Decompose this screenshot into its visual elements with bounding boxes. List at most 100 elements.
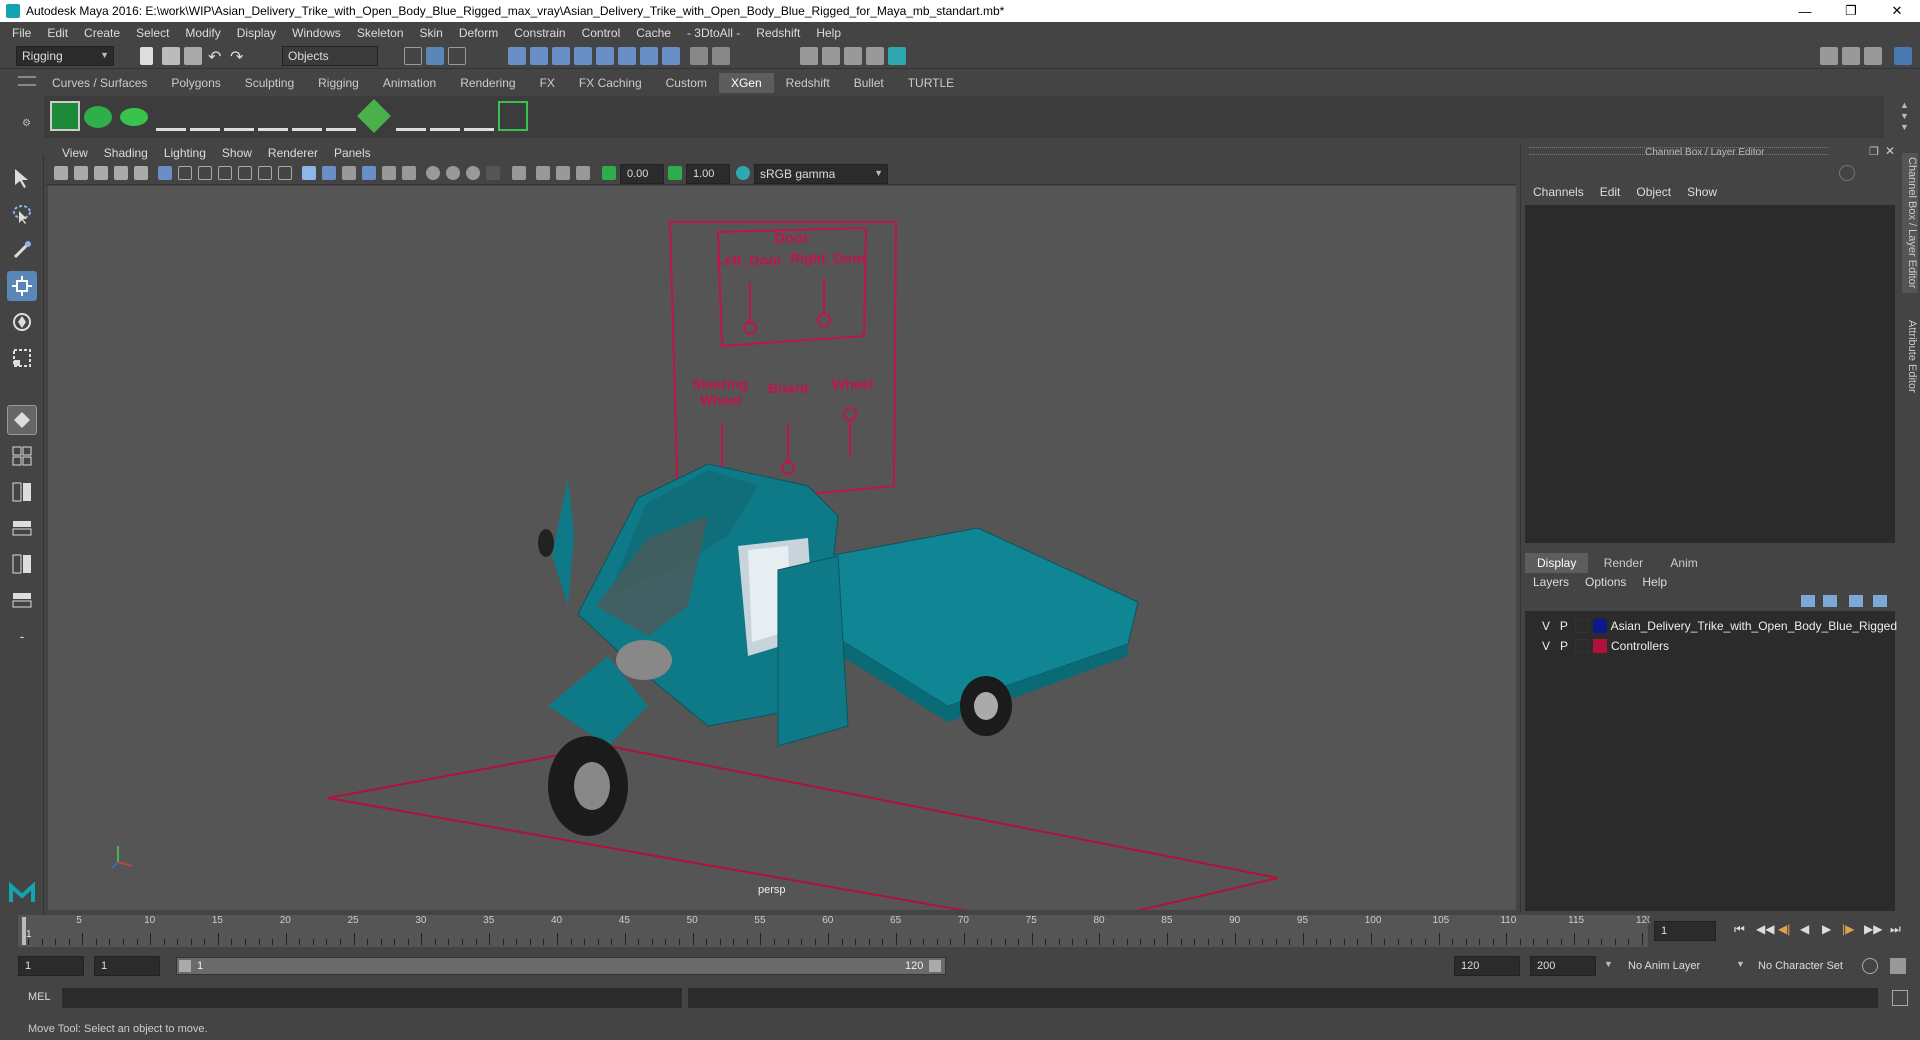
play-forwards-icon[interactable]: ▶ xyxy=(1822,922,1831,936)
shelf-scroll-icon[interactable]: ▲ ▼ ▼ xyxy=(1900,100,1909,133)
undo-icon[interactable]: ↶ xyxy=(208,47,226,66)
antialias-icon[interactable] xyxy=(466,166,480,180)
construction-history-icon[interactable] xyxy=(712,47,730,65)
menu-edit[interactable]: Edit xyxy=(39,26,76,40)
menu-cache[interactable]: Cache xyxy=(628,26,679,40)
xgen-guide-icon[interactable] xyxy=(120,108,148,126)
layer-tab-render[interactable]: Render xyxy=(1592,553,1655,573)
vp-menu-shading[interactable]: Shading xyxy=(96,146,156,160)
time-cursor[interactable] xyxy=(22,917,26,945)
move-layer-up-icon[interactable] xyxy=(1801,595,1815,607)
go-to-end-icon[interactable]: ⏭ xyxy=(1890,922,1901,937)
ipr-render-icon[interactable] xyxy=(822,47,840,65)
cb-menu-show[interactable]: Show xyxy=(1679,185,1725,199)
hypershade-icon[interactable] xyxy=(866,47,884,65)
menu-skin[interactable]: Skin xyxy=(412,26,451,40)
menu-file[interactable]: File xyxy=(4,26,39,40)
shadows-icon[interactable] xyxy=(402,166,416,180)
character-set-dropdown[interactable]: No Character Set xyxy=(1752,956,1862,976)
layer-type-toggle[interactable] xyxy=(1574,619,1589,633)
wireframe-on-shaded-icon[interactable] xyxy=(342,166,356,180)
resolution-gate-icon[interactable] xyxy=(198,166,212,180)
layout2-icon[interactable] xyxy=(1864,47,1882,65)
camera-select-icon[interactable] xyxy=(54,166,68,180)
menu-create[interactable]: Create xyxy=(76,26,128,40)
motion-blur-icon[interactable] xyxy=(446,166,460,180)
render-view-icon[interactable] xyxy=(888,47,906,65)
select-tool-icon[interactable] xyxy=(7,163,37,193)
cb-menu-channels[interactable]: Channels xyxy=(1525,185,1592,199)
anim-layer-arrow-icon[interactable]: ▼ xyxy=(1604,959,1613,969)
scale-tool-icon[interactable] xyxy=(7,343,37,373)
selection-mode-dropdown[interactable]: Objects xyxy=(282,46,378,66)
cb-menu-edit[interactable]: Edit xyxy=(1592,185,1629,199)
shelf-options-icon[interactable]: ⚙ xyxy=(22,118,31,129)
mel-label[interactable]: MEL xyxy=(28,991,51,1003)
menu-skeleton[interactable]: Skeleton xyxy=(349,26,412,40)
char-set-arrow-icon[interactable]: ▼ xyxy=(1736,959,1745,969)
open-scene-icon[interactable] xyxy=(162,47,180,65)
maximize-button[interactable]: ❐ xyxy=(1828,0,1874,22)
menu-deform[interactable]: Deform xyxy=(451,26,506,40)
step-forward-key-icon[interactable]: |▶ xyxy=(1842,922,1854,936)
range-end-handle[interactable] xyxy=(929,960,941,972)
field-chart-icon[interactable] xyxy=(238,166,252,180)
xgen-groom-icon[interactable] xyxy=(357,99,391,133)
auto-key-icon[interactable] xyxy=(1862,958,1878,974)
safe-title-icon[interactable] xyxy=(278,166,292,180)
2d-pan-icon[interactable] xyxy=(134,166,148,180)
layer-tab-anim[interactable]: Anim xyxy=(1658,553,1709,573)
menu-display[interactable]: Display xyxy=(229,26,284,40)
xgen-sculpt-icon[interactable] xyxy=(190,101,220,131)
layer-visibility-toggle[interactable]: V xyxy=(1537,639,1555,653)
ssao-icon[interactable] xyxy=(426,166,440,180)
isolate-select-icon[interactable] xyxy=(512,166,526,180)
workspace-icon[interactable] xyxy=(1820,47,1838,65)
step-back-icon[interactable]: ◀◀ xyxy=(1756,922,1774,936)
camera-attr-icon[interactable] xyxy=(74,166,88,180)
minimize-button[interactable]: — xyxy=(1782,0,1828,22)
vp-menu-renderer[interactable]: Renderer xyxy=(260,146,326,160)
step-forward-icon[interactable]: ▶▶ xyxy=(1864,922,1882,936)
vp-menu-panels[interactable]: Panels xyxy=(326,146,379,160)
xray-active-icon[interactable] xyxy=(556,166,570,180)
layer-row-trike[interactable]: V P Asian_Delivery_Trike_with_Open_Body_… xyxy=(1537,617,1897,635)
snap-pivot-icon[interactable] xyxy=(640,47,658,65)
layer-playback-toggle[interactable]: P xyxy=(1555,619,1573,633)
rotate-tool-icon[interactable] xyxy=(7,307,37,337)
panel-float-icon[interactable]: ❐ xyxy=(1869,145,1879,158)
grid-toggle-icon[interactable] xyxy=(158,166,172,180)
select-component-icon[interactable] xyxy=(448,47,466,65)
mel-input[interactable] xyxy=(62,988,682,1008)
step-back-key-icon[interactable]: ◀| xyxy=(1778,922,1790,936)
scene-start-field[interactable]: 1 xyxy=(18,956,84,976)
manipulator-icon[interactable] xyxy=(1839,165,1855,181)
use-lights-icon[interactable] xyxy=(382,166,396,180)
side-tab-channel-box[interactable]: Channel Box / Layer Editor xyxy=(1902,153,1918,293)
move-layer-down-icon[interactable] xyxy=(1823,595,1837,607)
vp-menu-lighting[interactable]: Lighting xyxy=(156,146,214,160)
menu-control[interactable]: Control xyxy=(574,26,629,40)
vp-menu-view[interactable]: View xyxy=(54,146,96,160)
select-object-icon[interactable] xyxy=(426,47,444,65)
snap-curve-icon[interactable] xyxy=(530,47,548,65)
shelf-tab-bullet[interactable]: Bullet xyxy=(842,73,896,93)
go-to-start-icon[interactable]: ⏮ xyxy=(1734,922,1745,937)
xray-icon[interactable] xyxy=(536,166,550,180)
wireframe-icon[interactable] xyxy=(302,166,316,180)
range-start-handle[interactable] xyxy=(179,960,191,972)
shelf-tab-curves[interactable]: Curves / Surfaces xyxy=(40,73,159,93)
smooth-shade-icon[interactable] xyxy=(322,166,336,180)
shelf-tab-rendering[interactable]: Rendering xyxy=(448,73,527,93)
layer-color-swatch[interactable] xyxy=(1593,639,1607,653)
script-editor-icon[interactable] xyxy=(1892,990,1908,1006)
play-backwards-icon[interactable]: ◀ xyxy=(1800,922,1809,936)
viewport-persp[interactable]: persp Door Left_Door Right_Door Steering… xyxy=(48,186,1516,910)
snap-vertex-icon[interactable] xyxy=(618,47,636,65)
xgen-delete-icon[interactable] xyxy=(498,101,528,131)
anim-layer-dropdown[interactable]: No Anim Layer xyxy=(1622,956,1740,976)
xray-joints-icon[interactable] xyxy=(576,166,590,180)
le-menu-options[interactable]: Options xyxy=(1577,575,1634,589)
layer-type-toggle[interactable] xyxy=(1575,639,1589,653)
shelf-tab-rigging[interactable]: Rigging xyxy=(306,73,371,93)
